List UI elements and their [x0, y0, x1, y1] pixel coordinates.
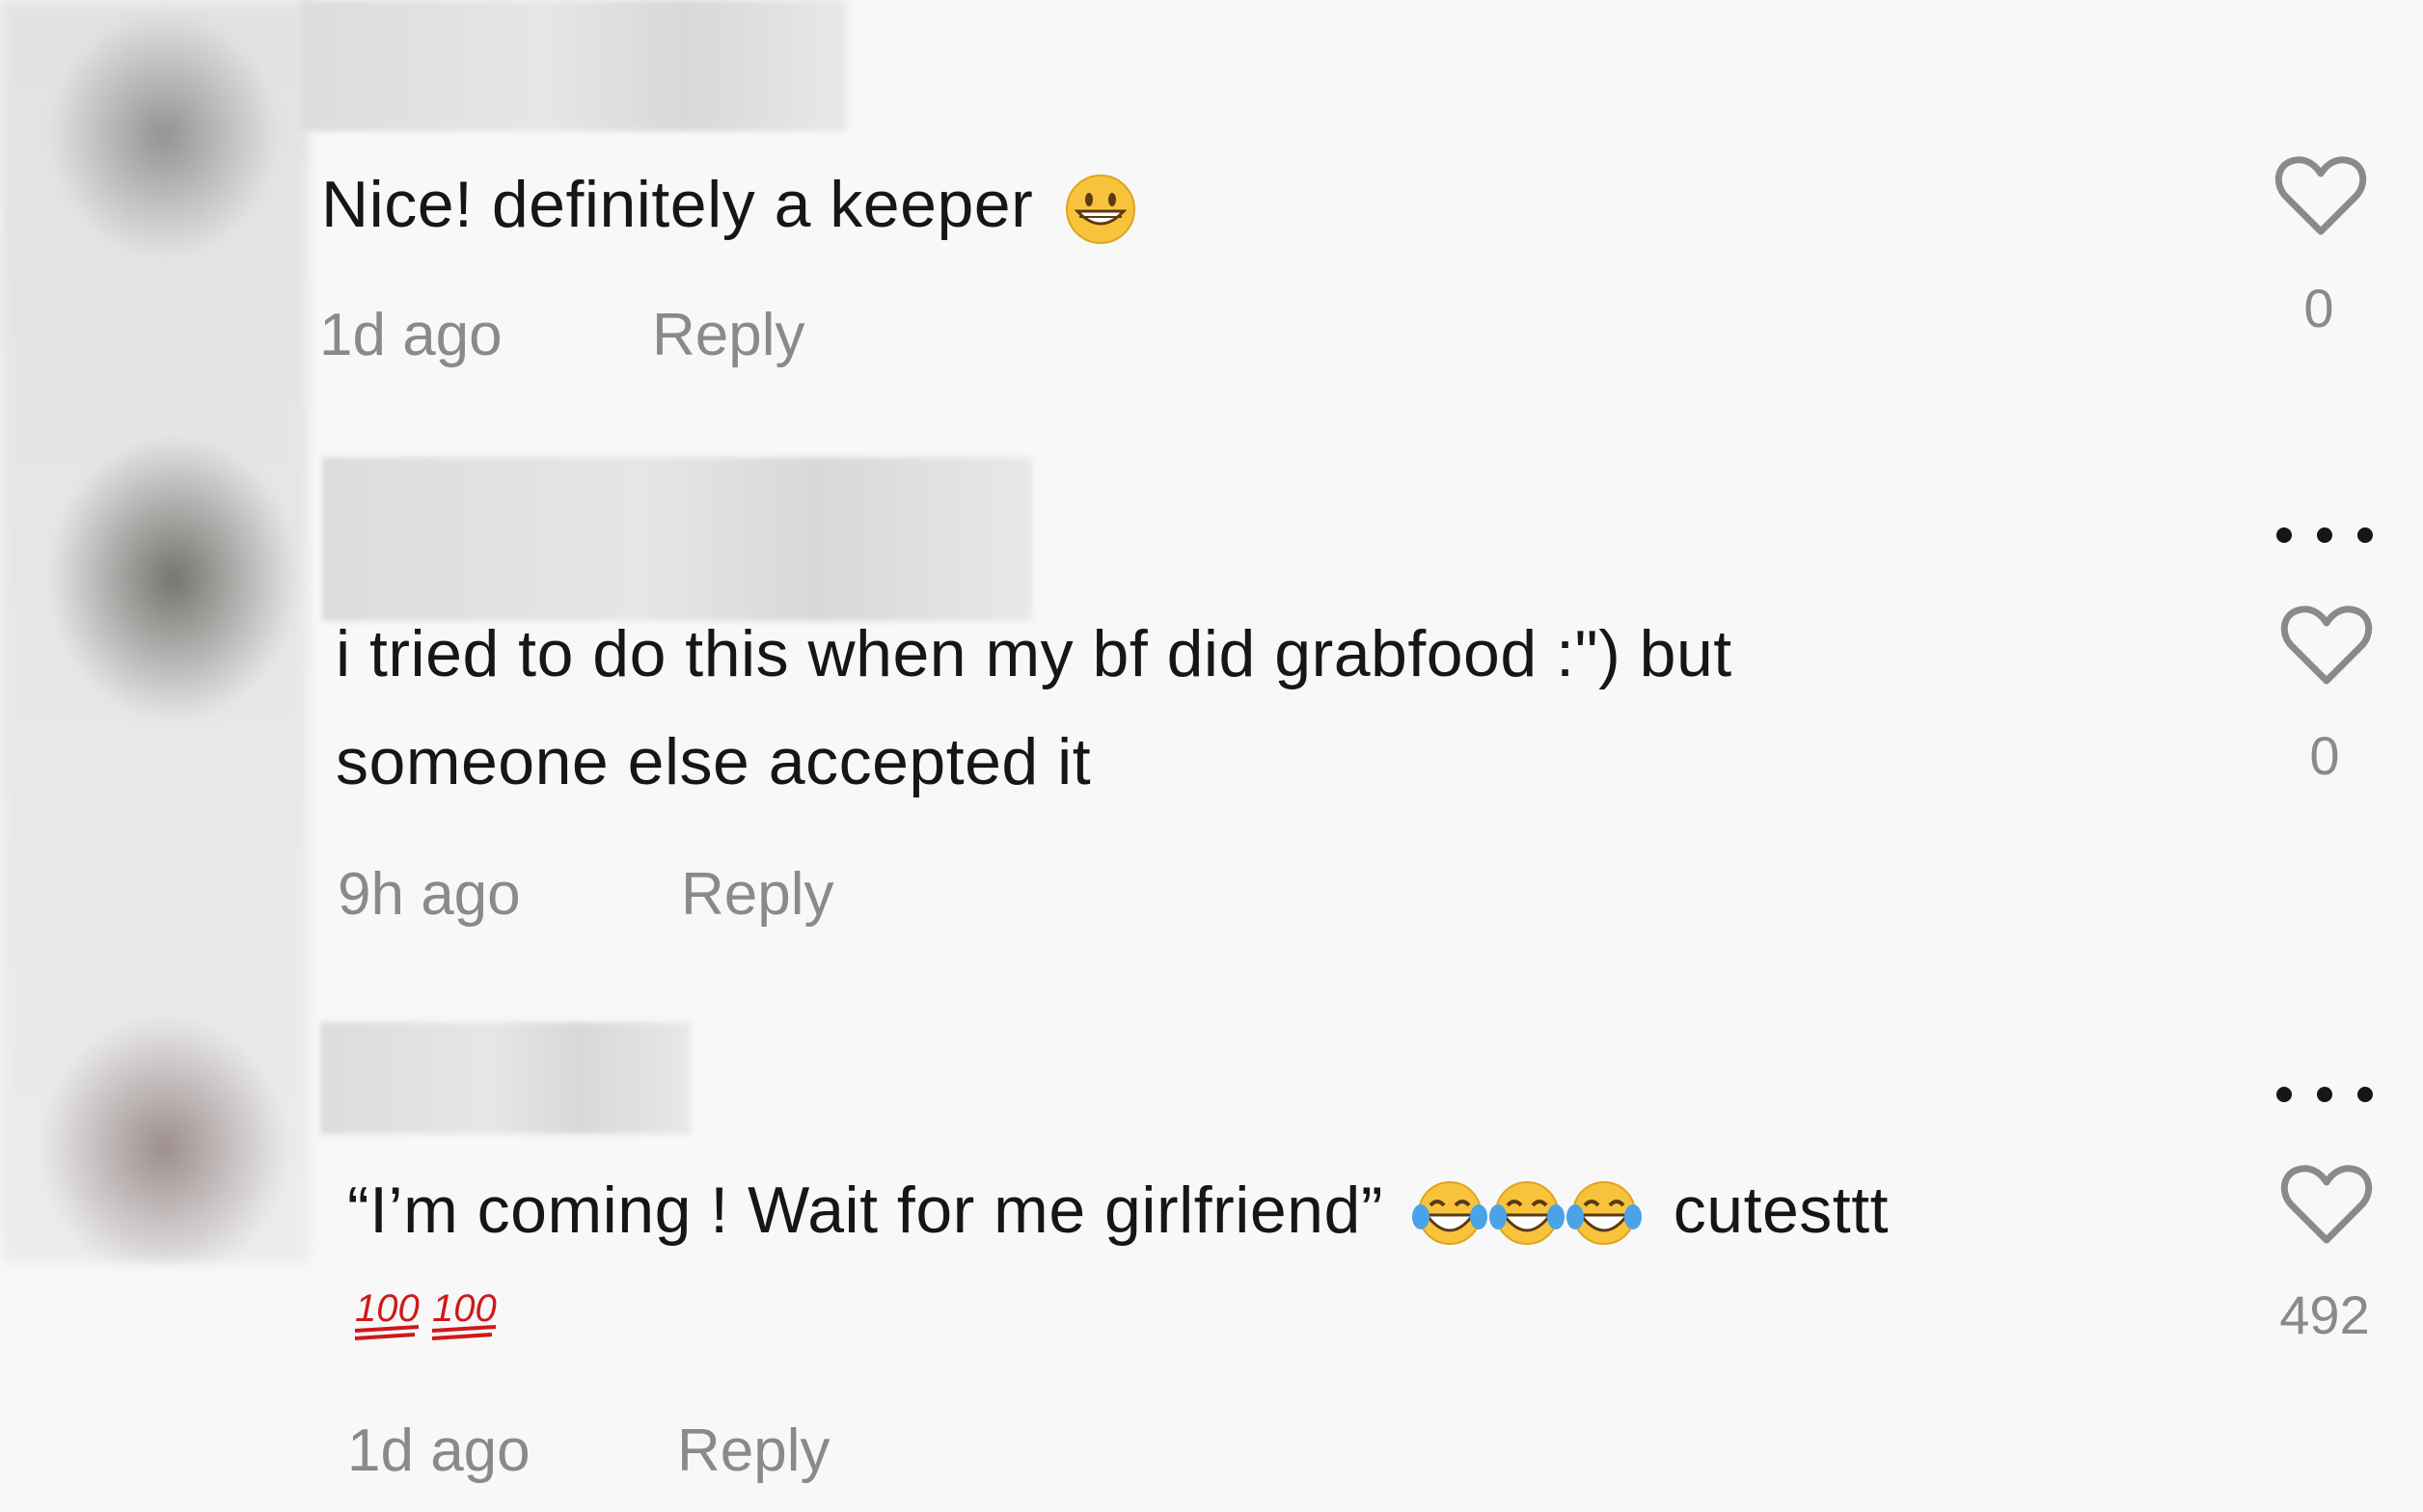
svg-text:100: 100 — [355, 1287, 420, 1330]
comment-text-body: Nice! definitely a keeper — [321, 168, 1034, 241]
heart-outline-icon[interactable] — [2278, 602, 2375, 688]
more-dots-icon[interactable] — [2267, 1080, 2382, 1109]
reply-button[interactable]: Reply — [652, 302, 805, 369]
hundred-points-emoji: 100 — [354, 1287, 420, 1340]
face-with-tears-of-joy-emoji-group — [1411, 1174, 1661, 1247]
comment-timestamp: 1d ago — [347, 1418, 531, 1484]
comment-timestamp: 9h ago — [338, 861, 521, 928]
username-blurred[interactable] — [301, 0, 847, 131]
comment-text-tail: cutesttt — [1673, 1174, 1889, 1247]
hundred-points-emoji-group: 100 100 — [351, 1275, 502, 1348]
like-count: 492 — [2279, 1284, 2370, 1345]
reply-button[interactable]: Reply — [677, 1418, 830, 1485]
comment-timestamp: 1d ago — [319, 302, 503, 368]
comment-text: “I’m coming ! Wait for me girlfriend” cu… — [347, 1156, 1889, 1264]
grinning-face-emoji — [1065, 175, 1135, 245]
face-with-tears-of-joy-emoji — [1412, 1181, 1488, 1246]
comment-text-line: i tried to do this when my bf did grabfo… — [336, 617, 1732, 690]
hundred-points-emoji: 100 — [431, 1287, 497, 1340]
avatar-column-blurred — [0, 0, 309, 1263]
svg-text:100: 100 — [432, 1287, 497, 1330]
like-count: 0 — [2303, 278, 2334, 338]
face-with-tears-of-joy-emoji — [1489, 1181, 1565, 1246]
username-blurred[interactable] — [320, 1022, 691, 1134]
comment-text: i tried to do this when my bf did grabfo… — [336, 600, 1732, 816]
comment-text-line: someone else accepted it — [336, 725, 1092, 798]
heart-outline-icon[interactable] — [2278, 1161, 2375, 1248]
more-dots-icon[interactable] — [2267, 521, 2382, 550]
like-count: 0 — [2309, 725, 2340, 786]
reply-button[interactable]: Reply — [681, 861, 834, 929]
face-with-tears-of-joy-emoji — [1566, 1181, 1643, 1246]
comment-text: Nice! definitely a keeper — [321, 150, 1137, 258]
heart-outline-icon[interactable] — [2273, 152, 2369, 239]
comment-text-quote: “I’m coming ! Wait for me girlfriend” — [347, 1174, 1383, 1247]
username-blurred[interactable] — [322, 457, 1032, 621]
